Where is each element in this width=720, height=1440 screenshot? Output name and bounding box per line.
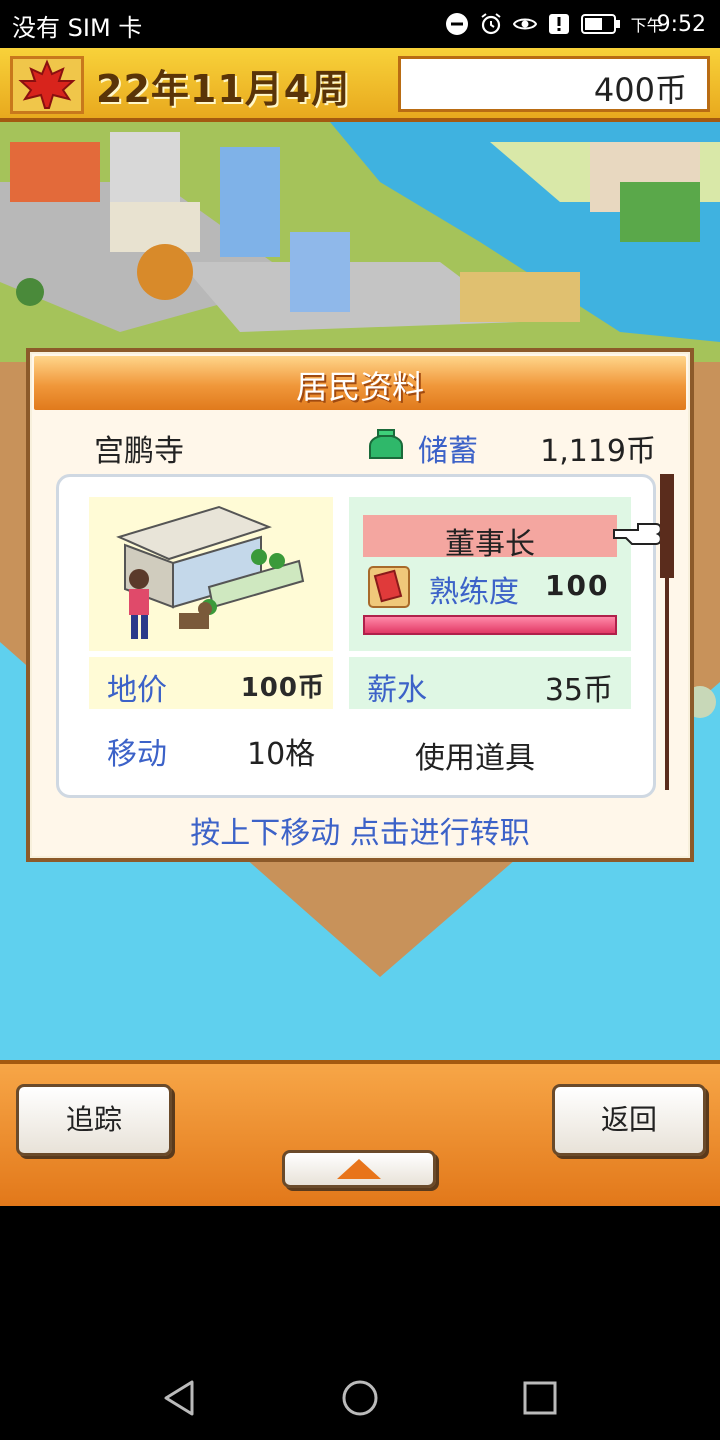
system-nav-bar — [0, 1206, 720, 1440]
season-indicator[interactable] — [10, 56, 84, 114]
skill-value: 100 — [545, 569, 610, 602]
alert-icon — [548, 14, 569, 34]
status-icons: 下午9:52 — [445, 8, 706, 40]
skill-label: 熟练度 — [429, 575, 519, 610]
status-bar: 没有 SIM 卡 下午9:52 — [0, 0, 720, 48]
use-item-button[interactable]: 使用道具 — [415, 733, 535, 777]
land-price-row: 地价 100币 — [89, 653, 333, 709]
office-building-illustration — [116, 505, 305, 639]
skill-progress-fill — [365, 617, 615, 633]
up-arrow-icon — [337, 1159, 381, 1179]
job-panel[interactable]: 董事长 熟练度 100 — [349, 497, 631, 651]
skill-progress-bar — [363, 615, 617, 635]
resident-portrait — [89, 497, 333, 651]
dialog-title: 居民资料 — [295, 368, 424, 406]
resident-info-dialog: 居民资料 宫鹏寺 储蓄 1,119币 地价 100币 董事长 熟练度 100 薪… — [26, 348, 694, 862]
instruction-hint: 按上下移动 点击进行转职 — [190, 816, 530, 851]
salary-row: 薪水 35币 — [349, 653, 631, 709]
dialog-scrollbar[interactable] — [660, 474, 676, 790]
eye-icon — [512, 18, 537, 30]
scroll-thumb[interactable] — [660, 474, 674, 578]
nav-back-icon[interactable] — [160, 1378, 200, 1418]
back-button[interactable]: 返回 — [552, 1084, 706, 1156]
move-label: 移动 — [107, 737, 167, 772]
nav-recents-icon[interactable] — [520, 1378, 560, 1418]
nav-home-icon[interactable] — [340, 1378, 380, 1418]
game-date: 22年11月4周 — [96, 67, 351, 111]
clock: 9:52 — [656, 11, 706, 37]
move-value: 10格 — [247, 737, 316, 772]
land-price-value: 100币 — [240, 673, 325, 703]
salary-label: 薪水 — [367, 673, 427, 708]
maple-leaf-icon — [18, 59, 76, 109]
savings-purse-icon — [369, 429, 403, 459]
game-top-bar: 22年11月4周 400币 — [0, 48, 720, 122]
alarm-icon — [480, 13, 501, 35]
savings-value: 1,119币 — [540, 434, 656, 469]
savings-label: 储蓄 — [418, 434, 478, 469]
money-display: 400币 — [398, 56, 710, 112]
resident-name: 宫鹏寺 — [94, 434, 184, 469]
dialog-title-bar: 居民资料 — [34, 356, 686, 410]
job-title-bar[interactable]: 董事长 — [363, 515, 617, 562]
carrier-label: 没有 SIM 卡 — [12, 14, 143, 42]
game-bottom-bar: 追踪 返回 — [0, 1060, 720, 1206]
do-not-disturb-icon — [445, 13, 468, 35]
battery-icon — [580, 14, 620, 34]
land-price-label: 地价 — [107, 673, 167, 708]
pointing-hand-icon — [613, 523, 662, 545]
expand-menu-button[interactable] — [282, 1150, 436, 1188]
salary-value: 35币 — [544, 673, 613, 708]
skill-book-icon — [368, 566, 410, 608]
resident-card[interactable]: 地价 100币 董事长 熟练度 100 薪水 35币 移动 10格 使用道具 — [56, 474, 656, 798]
track-button[interactable]: 追踪 — [16, 1084, 172, 1156]
job-title: 董事长 — [445, 527, 535, 562]
money-value: 400币 — [593, 71, 687, 109]
